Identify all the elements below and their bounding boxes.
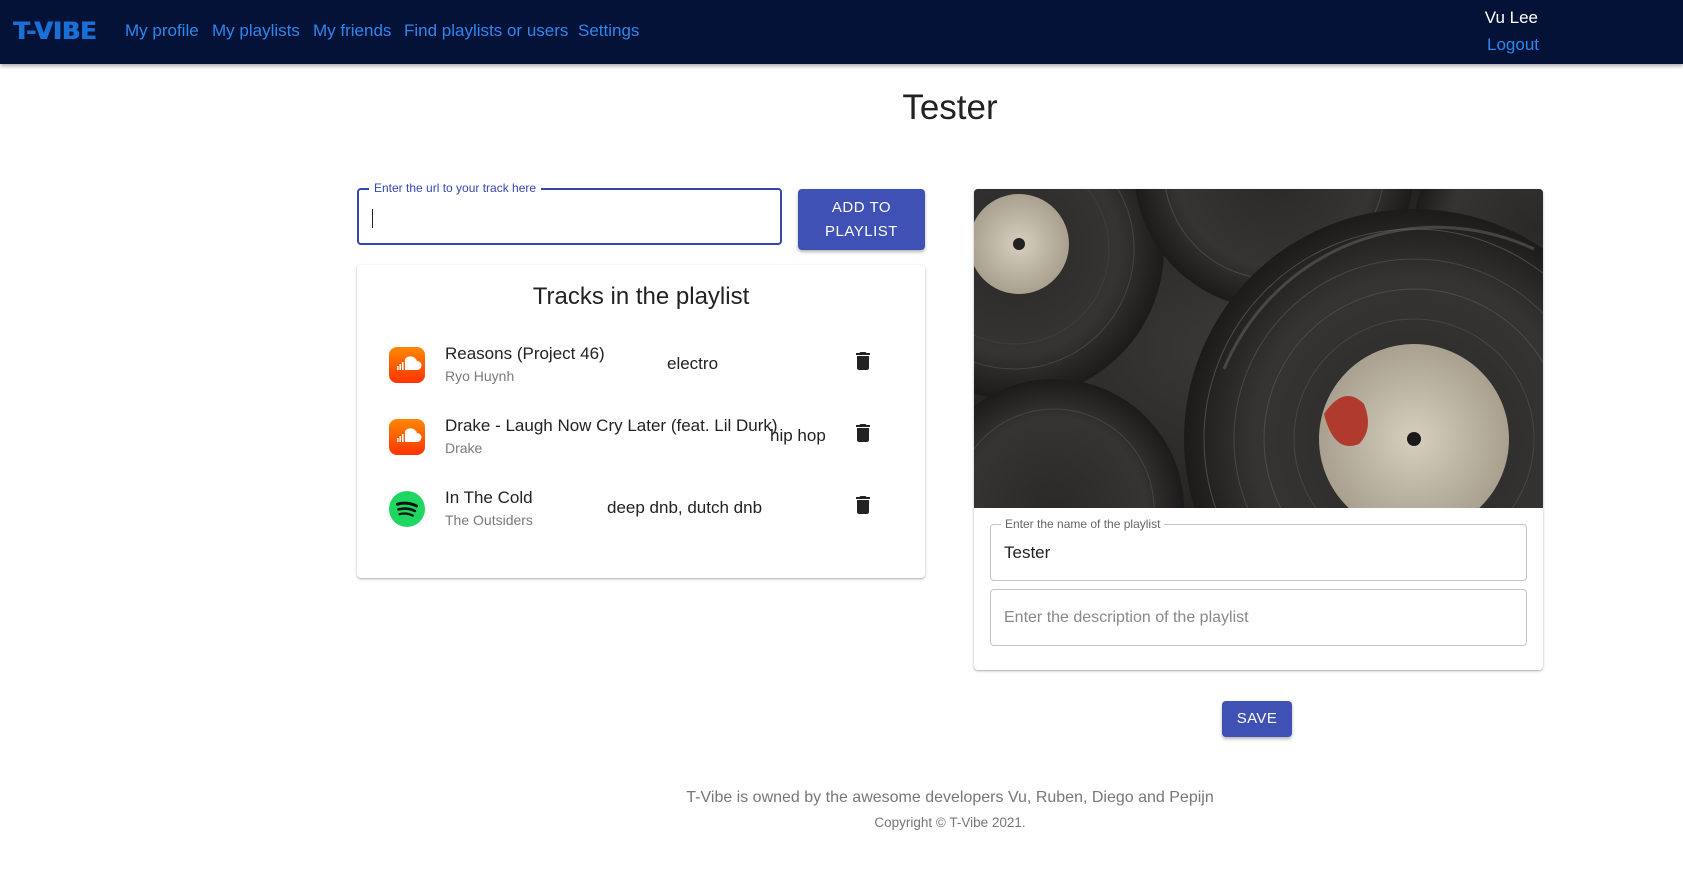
track-genre: electro (667, 354, 719, 373)
track-row: Drake - Laugh Now Cry Later (feat. Lil D… (357, 407, 925, 469)
track-artist: The Outsiders (445, 512, 533, 528)
text-caret (372, 209, 373, 228)
track-artist: Drake (445, 440, 483, 456)
save-button[interactable]: SAVE (1222, 701, 1292, 737)
track-artist: Ryo Huynh (445, 368, 515, 384)
footer-credits: T-Vibe is owned by the awesome developer… (686, 789, 1214, 806)
track-url-field: Enter the url to your track here (357, 181, 782, 245)
track-title[interactable]: Reasons (Project 46) (445, 343, 605, 365)
user-name: Vu Lee (1484, 8, 1538, 27)
nav-link-find-playlists[interactable]: Find playlists or users (404, 20, 568, 42)
spotify-icon (389, 491, 425, 527)
footer-copyright: Copyright © T-Vibe 2021. (874, 815, 1026, 830)
track-title[interactable]: Drake - Laugh Now Cry Later (feat. Lil D… (445, 415, 778, 437)
vinyl-records-cover-image (974, 189, 1543, 508)
tracks-card: Tracks in the playlist Reasons (Project … (357, 265, 925, 578)
playlist-card: Enter the name of the playlist Tester En… (974, 189, 1543, 670)
tvibe-logo[interactable]: T-VIBE (13, 18, 96, 44)
playlist-name-label: Enter the name of the playlist (1001, 517, 1165, 531)
playlist-description-placeholder: Enter the description of the playlist (1004, 609, 1249, 626)
track-row: Reasons (Project 46) Ryo Huynh electro (357, 335, 925, 397)
trash-icon[interactable] (851, 421, 875, 445)
track-url-label: Enter the url to your track here (369, 181, 542, 195)
track-title[interactable]: In The Cold (445, 487, 533, 509)
track-genre: deep dnb, dutch dnb (607, 498, 763, 517)
trash-icon[interactable] (851, 493, 875, 517)
tracks-heading: Tracks in the playlist (532, 283, 750, 310)
navbar: T-VIBE My profile My playlists My friend… (0, 0, 1683, 64)
playlist-description-field[interactable]: Enter the description of the playlist (990, 589, 1527, 646)
track-genre: hip hop (770, 426, 826, 445)
nav-link-my-profile[interactable]: My profile (125, 20, 199, 42)
playlist-name-field[interactable]: Enter the name of the playlist Tester (990, 517, 1527, 581)
soundcloud-icon (389, 347, 425, 383)
nav-link-settings[interactable]: Settings (578, 20, 639, 42)
nav-link-my-friends[interactable]: My friends (313, 20, 391, 42)
playlist-name-value[interactable]: Tester (1004, 542, 1050, 564)
soundcloud-icon (389, 419, 425, 455)
trash-icon[interactable] (851, 349, 875, 373)
add-to-playlist-button[interactable]: ADD TO PLAYLIST (798, 189, 925, 250)
nav-link-my-playlists[interactable]: My playlists (212, 20, 300, 42)
track-url-input[interactable] (371, 202, 771, 232)
page-title: Tester (902, 88, 998, 127)
logout-link[interactable]: Logout (1487, 34, 1539, 56)
track-row: In The Cold The Outsiders deep dnb, dutc… (357, 479, 925, 541)
